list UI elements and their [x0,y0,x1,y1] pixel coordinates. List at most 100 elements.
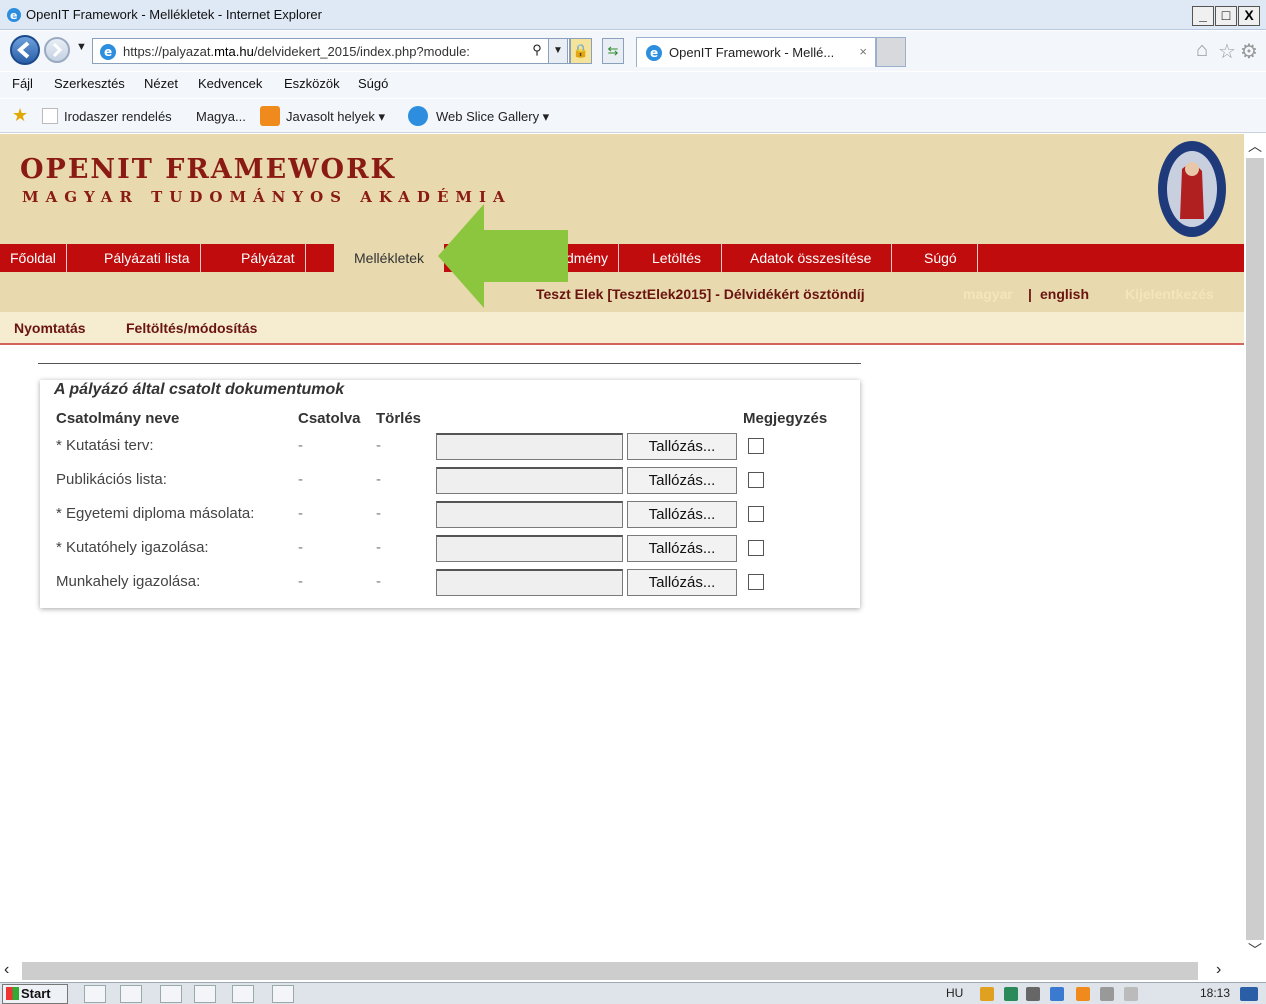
browse-button[interactable]: Tallózás... [627,535,737,562]
subnav-print[interactable]: Nyomtatás [14,320,86,336]
lang-magyar[interactable]: magyar [963,286,1013,302]
gear-icon[interactable]: ⚙ [1240,39,1258,64]
logout-link[interactable]: Kijelentkezés [1125,286,1214,302]
tray-monitor-icon[interactable] [1004,987,1018,1001]
scroll-down-icon[interactable]: ﹀ [1248,940,1262,960]
show-desktop-icon[interactable] [1240,987,1258,1001]
nav-sugo[interactable]: Súgó [904,244,978,272]
minimize-button[interactable]: _ [1192,6,1214,26]
row-attached: - [298,437,303,454]
web-slice-icon [408,106,428,126]
menu-help[interactable]: Súgó [358,76,388,91]
start-button[interactable]: Start [2,984,68,1004]
lang-separator: | [1028,286,1032,302]
file-input[interactable] [436,501,623,528]
word-taskbar-icon[interactable] [272,985,294,1003]
note-checkbox[interactable] [748,472,764,488]
note-checkbox[interactable] [748,540,764,556]
tab-openit[interactable]: e OpenIT Framework - Mellé... × [636,37,876,67]
outlook-taskbar-icon[interactable] [194,985,216,1003]
nav-letoltes[interactable]: Letöltés [632,244,723,272]
note-checkbox[interactable] [748,438,764,454]
snipping-taskbar-icon[interactable] [232,985,254,1003]
menu-tools[interactable]: Eszközök [284,76,340,91]
ie-logo-icon: e [7,8,21,22]
nav-foldal[interactable]: Főoldal [0,244,67,272]
back-button[interactable] [10,35,40,65]
history-dropdown-icon[interactable]: ▼ [76,41,87,53]
browse-button[interactable]: Tallózás... [627,569,737,596]
file-input[interactable] [436,569,623,596]
nav-adatok[interactable]: Adatok összesítése [730,244,893,272]
nav-palyazat[interactable]: Pályázat [231,244,306,272]
nav-mellekletek[interactable]: Mellékletek [334,244,445,274]
chrome-taskbar-icon[interactable] [120,985,142,1003]
browse-button[interactable]: Tallózás... [627,433,737,460]
address-bar[interactable]: e https://palyazat.mta.hu/delvidekert_20… [92,38,570,64]
note-checkbox[interactable] [748,574,764,590]
search-icon[interactable]: ⚲ [526,38,548,64]
menu-favorites[interactable]: Kedvencek [198,76,262,91]
lang-english[interactable]: english [1040,286,1089,302]
row-label: Munkahely igazolása: [56,573,201,590]
search-dropdown-icon[interactable]: ▼ [548,38,568,64]
scroll-up-icon[interactable]: ︿ [1248,136,1262,156]
row-delete: - [376,573,381,590]
attachments-panel: A pályázó által csatolt dokumentumok Csa… [40,380,860,608]
nav-palyazati-lista[interactable]: Pályázati lista [94,244,201,272]
scroll-left-icon[interactable]: ‹ [4,961,9,979]
tray-network-icon[interactable] [1050,987,1064,1001]
clock[interactable]: 18:13 [1200,986,1230,1000]
row-label: * Kutatási terv: [56,437,154,454]
favorites-star-icon[interactable]: ☆ [1218,39,1236,64]
tray-volume-icon[interactable] [1026,987,1040,1001]
browse-button[interactable]: Tallózás... [627,467,737,494]
address-toolbar: ▼ e https://palyazat.mta.hu/delvidekert_… [0,31,1266,71]
forward-button[interactable] [44,37,70,63]
explorer-taskbar-icon[interactable] [160,985,182,1003]
vertical-scroll-thumb[interactable] [1246,158,1264,940]
note-checkbox[interactable] [748,506,764,522]
lock-icon[interactable]: 🔒 [570,38,592,64]
window-titlebar: e OpenIT Framework - Mellékletek - Inter… [0,0,1266,30]
tray-speaker-icon[interactable] [1124,987,1138,1001]
fav-web-slice[interactable]: Web Slice Gallery ▾ [436,109,549,125]
fav-magya[interactable]: Magya... [196,109,246,124]
svg-text:e: e [650,46,658,60]
tray-office-icon[interactable] [1076,987,1090,1001]
home-icon[interactable]: ⌂ [1196,39,1208,62]
header-name: Csatolmány neve [56,410,180,427]
page-viewport: OPENIT FRAMEWORK MAGYAR TUDOMÁNYOS AKADÉ… [0,134,1244,960]
menu-bar: Fájl Szerkesztés Nézet Kedvencek Eszközö… [0,72,1266,98]
horizontal-scrollbar[interactable]: ‹ › [0,960,1244,982]
favorites-star-icon[interactable]: ★ [12,105,28,126]
tray-shield-icon[interactable] [980,987,994,1001]
start-label: Start [21,986,51,1001]
file-input[interactable] [436,433,623,460]
new-tab-button[interactable] [876,37,906,67]
ie-taskbar-icon[interactable] [84,985,106,1003]
logo-openit[interactable]: OPENIT FRAMEWORK [20,154,396,185]
menu-view[interactable]: Nézet [144,76,178,91]
file-input[interactable] [436,535,623,562]
subnav-upload[interactable]: Feltöltés/módosítás [126,320,257,336]
input-language[interactable]: HU [946,986,963,1000]
browse-button[interactable]: Tallózás... [627,501,737,528]
panel-title: A pályázó által csatolt dokumentumok [54,381,345,398]
fav-irodaszer[interactable]: Irodaszer rendelés [64,109,172,124]
menu-file[interactable]: Fájl [12,76,33,91]
close-button[interactable]: X [1238,6,1260,26]
url-text: https://palyazat.mta.hu/delvidekert_2015… [123,44,470,59]
row-delete: - [376,471,381,488]
file-input[interactable] [436,467,623,494]
fav-suggested[interactable]: Javasolt helyek ▾ [286,109,385,125]
refresh-icon[interactable]: ⇆ [602,38,624,64]
maximize-button[interactable]: □ [1215,6,1237,26]
user-info: Teszt Elek [TesztElek2015] - Délvidékért… [536,286,865,302]
horizontal-scroll-thumb[interactable] [22,962,1198,980]
scroll-right-icon[interactable]: › [1216,961,1221,979]
tray-device-icon[interactable] [1100,987,1114,1001]
vertical-scrollbar[interactable]: ︿ ﹀ [1244,134,1266,960]
tab-close-icon[interactable]: × [859,44,867,59]
menu-edit[interactable]: Szerkesztés [54,76,125,91]
